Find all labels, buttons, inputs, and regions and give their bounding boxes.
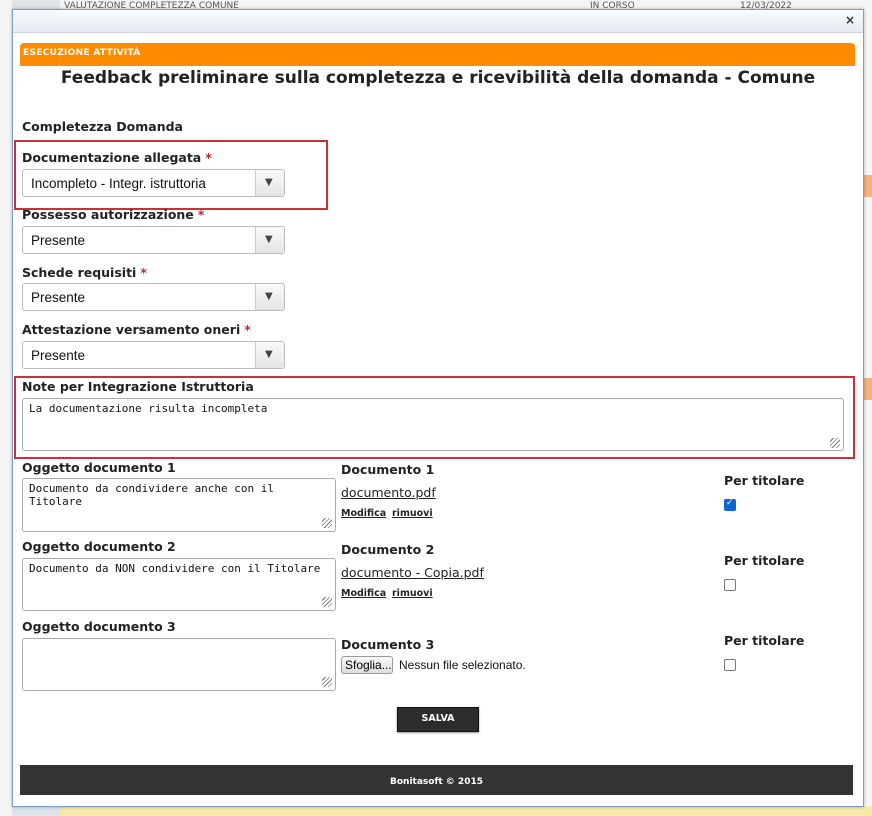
required-mark: * — [140, 265, 147, 280]
possesso-label: Possesso autorizzazione * — [22, 207, 204, 222]
section-title: Completezza Domanda — [22, 119, 183, 134]
chevron-down-icon: ▼ — [265, 349, 273, 360]
page-title: Feedback preliminare sulla completezza e… — [60, 68, 816, 88]
oggetto-3-label: Oggetto documento 3 — [22, 619, 176, 634]
oggetto-1-label: Oggetto documento 1 — [22, 460, 176, 475]
task-header: ESECUZIONE ATTIVITÀ — [20, 43, 855, 66]
per-titolare-1-label: Per titolare — [724, 473, 805, 488]
resize-grip-icon[interactable] — [322, 597, 332, 607]
background-bottom-strip — [60, 806, 872, 816]
possesso-value: Presente — [31, 233, 86, 248]
oggetto-2-label: Oggetto documento 2 — [22, 539, 176, 554]
chevron-down-icon: ▼ — [265, 177, 273, 188]
documentazione-select[interactable]: Incompleto - Integr. istruttoria ▼ — [22, 169, 285, 197]
dropdown-button[interactable]: ▼ — [255, 170, 284, 196]
documentazione-label: Documentazione allegata * — [22, 150, 212, 165]
chevron-down-icon: ▼ — [265, 234, 273, 245]
oggetto-2-textarea[interactable]: Documento da NON condividere con il Tito… — [22, 558, 336, 611]
documento-1-label: Documento 1 — [341, 462, 435, 477]
required-mark: * — [197, 207, 205, 222]
oggetto-1-textarea[interactable]: Documento da condividere anche con il Ti… — [22, 478, 336, 532]
note-label: Note per Integrazione Istruttoria — [22, 379, 254, 394]
per-titolare-2-label: Per titolare — [724, 553, 805, 568]
rimuovi-1-link[interactable]: rimuovi — [392, 508, 433, 519]
oggetto-3-textarea[interactable] — [22, 638, 336, 691]
resize-grip-icon[interactable] — [830, 438, 840, 448]
dialog: × ESECUZIONE ATTIVITÀ Feedback prelimina… — [12, 9, 864, 807]
attestazione-value: Presente — [31, 348, 86, 363]
documento-3-label: Documento 3 — [341, 637, 435, 652]
resize-grip-icon[interactable] — [322, 677, 332, 687]
per-titolare-2-checkbox[interactable] — [724, 579, 736, 591]
dropdown-button[interactable]: ▼ — [255, 342, 284, 368]
documentazione-label-text: Documentazione allegata — [22, 150, 202, 165]
save-button[interactable]: SALVA — [397, 707, 479, 732]
dropdown-button[interactable]: ▼ — [255, 284, 284, 310]
close-icon[interactable]: × — [845, 13, 855, 27]
schede-label-text: Schede requisiti — [22, 265, 137, 280]
possesso-select[interactable]: Presente ▼ — [22, 226, 285, 254]
attestazione-select[interactable]: Presente ▼ — [22, 341, 285, 369]
per-titolare-1-checkbox[interactable] — [724, 498, 736, 511]
chevron-down-icon: ▼ — [265, 291, 273, 302]
browse-file-button[interactable]: Sfoglia... — [341, 656, 393, 674]
dropdown-button[interactable]: ▼ — [255, 227, 284, 253]
per-titolare-3-checkbox[interactable] — [724, 659, 736, 671]
modifica-1-link[interactable]: Modifica — [341, 508, 386, 519]
documento-2-link[interactable]: documento - Copia.pdf — [341, 565, 484, 580]
modifica-2-link[interactable]: Modifica — [341, 588, 386, 599]
documento-2-label: Documento 2 — [341, 542, 435, 557]
task-header-title: ESECUZIONE ATTIVITÀ — [23, 48, 141, 58]
required-mark: * — [205, 150, 212, 165]
attestazione-label-text: Attestazione versamento oneri — [22, 322, 241, 337]
rimuovi-2-link[interactable]: rimuovi — [392, 588, 433, 599]
possesso-label-text: Possesso autorizzazione — [22, 207, 194, 222]
schede-value: Presente — [31, 290, 86, 305]
resize-grip-icon[interactable] — [322, 518, 332, 528]
schede-select[interactable]: Presente ▼ — [22, 283, 285, 311]
note-textarea[interactable]: La documentazione risulta incompleta — [22, 398, 844, 451]
file-status: Nessun file selezionato. — [399, 658, 526, 672]
schede-label: Schede requisiti * — [22, 265, 147, 280]
footer: Bonitasoft © 2015 — [20, 765, 853, 795]
dialog-titlebar: × — [13, 10, 863, 33]
documento-1-link[interactable]: documento.pdf — [341, 485, 436, 500]
documentazione-value: Incompleto - Integr. istruttoria — [31, 176, 206, 191]
attestazione-label: Attestazione versamento oneri * — [22, 322, 251, 337]
per-titolare-3-label: Per titolare — [724, 633, 805, 648]
background-left-strip — [0, 0, 12, 816]
required-mark: * — [244, 322, 251, 337]
